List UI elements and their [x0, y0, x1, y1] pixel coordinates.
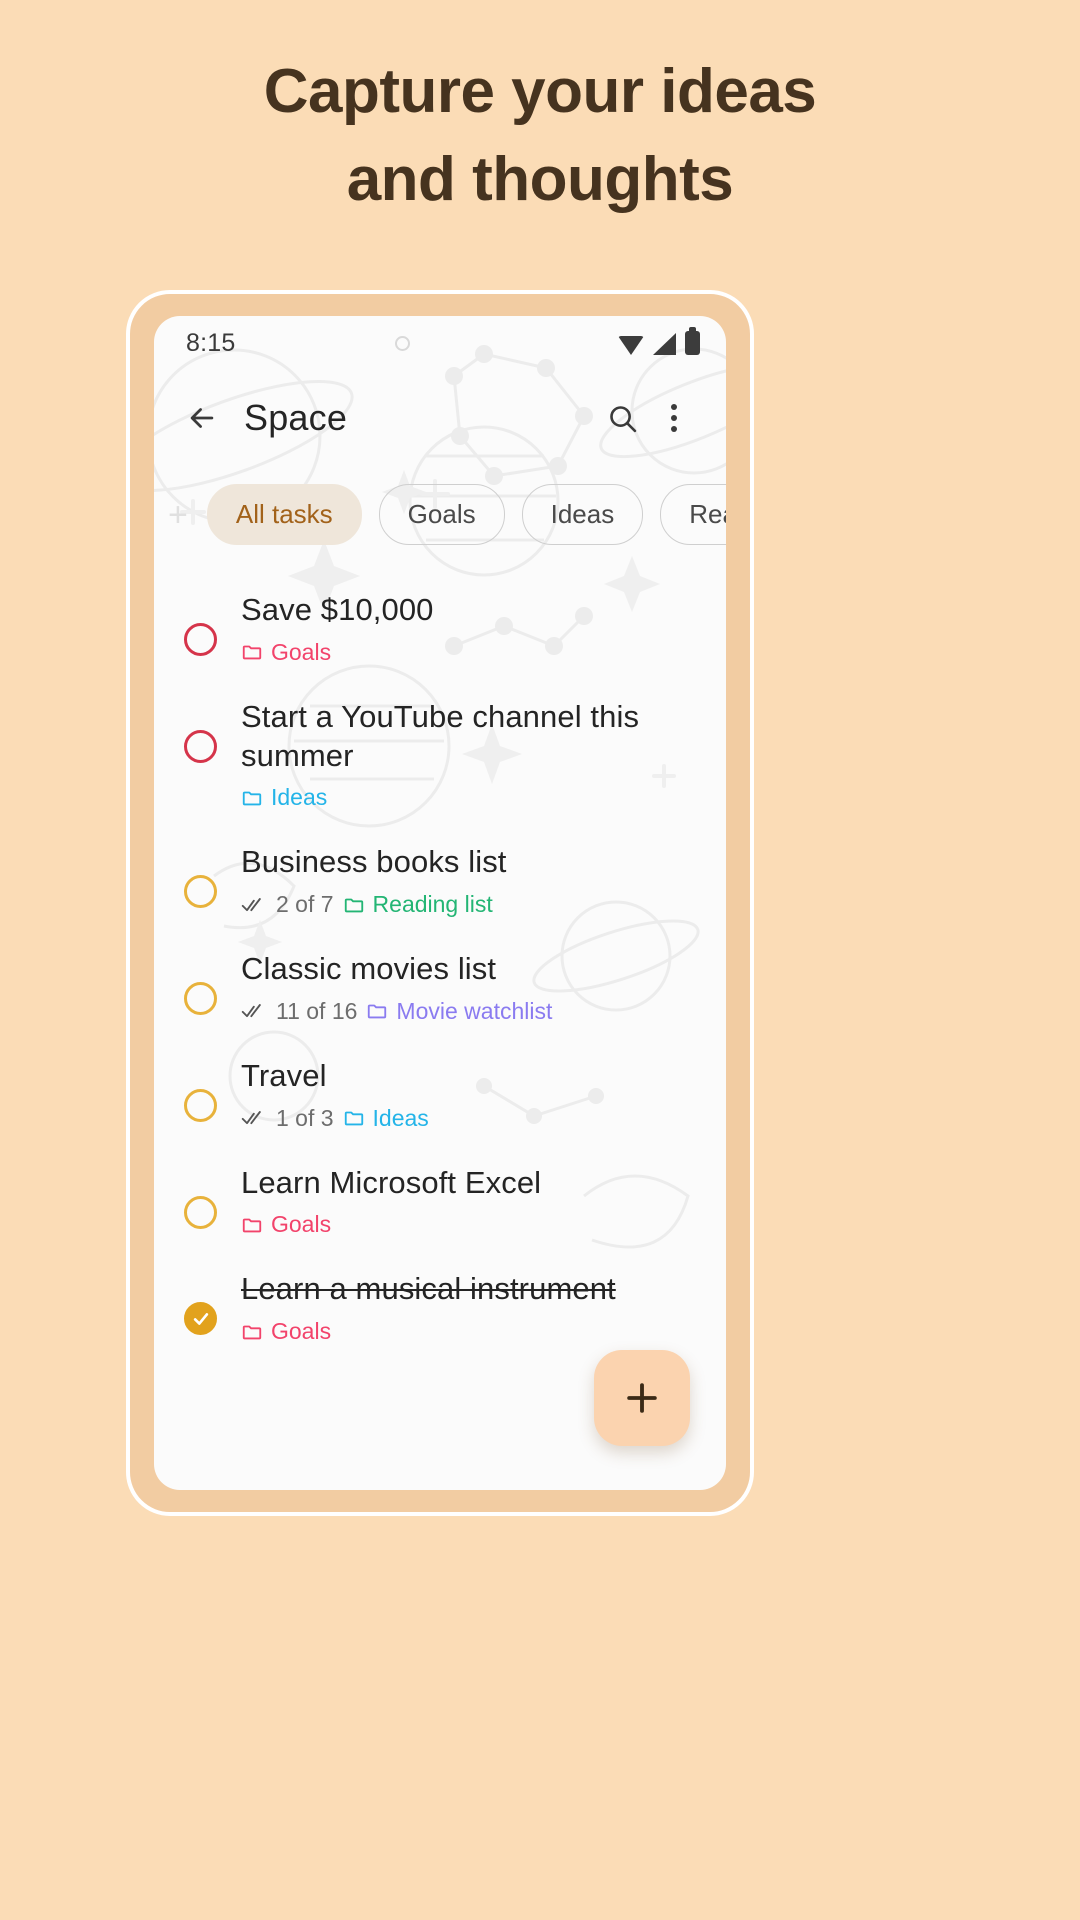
folder-icon — [368, 1004, 387, 1019]
task-checkbox[interactable] — [184, 623, 217, 656]
task-folder-label: Goals — [271, 1318, 332, 1344]
app-bar-title: Space — [244, 397, 348, 438]
signal-icon — [653, 333, 676, 355]
task-title: Save $10,000 — [241, 592, 434, 627]
task-body: Save $10,000 Goals — [241, 591, 700, 666]
add-task-fab[interactable] — [594, 1350, 690, 1446]
phone-screen: 8:15 Space + All tasks Goals Ideas Re Sa… — [154, 316, 726, 1490]
task-folder[interactable]: Reading list — [343, 891, 493, 918]
headline-line-2: and thoughts — [346, 145, 734, 215]
battery-icon — [685, 327, 700, 355]
task-row[interactable]: Classic movies list 11 of 16 Movie watch… — [154, 934, 726, 1041]
task-title: Business books list — [241, 844, 507, 880]
task-folder-label: Goals — [271, 1211, 332, 1238]
task-meta: Ideas — [241, 784, 700, 811]
task-row[interactable]: Start a YouTube channel this summer Idea… — [154, 682, 726, 828]
task-body: Business books list 2 of 7 Reading list — [241, 843, 700, 918]
task-row[interactable]: Travel 1 of 3 Ideas — [154, 1041, 726, 1148]
task-folder-label: Movie watchlist — [396, 997, 553, 1024]
subtask-progress-count: 2 of 7 — [276, 891, 334, 917]
folder-icon — [344, 898, 363, 912]
status-bar: 8:15 — [154, 316, 726, 370]
task-folder-label: Goals — [271, 638, 332, 665]
task-meta: Goals — [241, 1211, 700, 1238]
task-folder-label: Ideas — [372, 1104, 429, 1131]
task-body: Learn a musical instrument Goals — [241, 1270, 700, 1345]
task-body: Travel 1 of 3 Ideas — [241, 1057, 700, 1132]
check-icon — [193, 1312, 208, 1325]
subtask-progress-icon — [241, 1109, 265, 1127]
subtask-progress-count: 1 of 3 — [276, 1104, 334, 1131]
task-checkbox[interactable] — [184, 982, 217, 1015]
task-meta: 2 of 7 Reading list — [241, 891, 700, 918]
task-folder-label: Reading list — [372, 891, 493, 917]
task-meta: Goals — [241, 1318, 700, 1345]
task-row[interactable]: Learn a musical instrument Goals — [154, 1254, 726, 1361]
app-bar: Space — [154, 370, 726, 466]
status-icon-group — [618, 327, 700, 355]
task-row[interactable]: Learn Microsoft Excel Goals — [154, 1148, 726, 1255]
chip-reading-list[interactable]: Reading list — [660, 484, 726, 545]
task-title: Learn Microsoft Excel — [241, 1164, 542, 1200]
task-folder[interactable]: Goals — [241, 1211, 331, 1238]
task-row[interactable]: Save $10,000 Goals — [154, 575, 726, 682]
subtask-progress-count: 11 of 16 — [276, 997, 358, 1024]
phone-mockup: 8:15 Space + All tasks Goals Ideas Re Sa… — [126, 290, 754, 1516]
task-title: Learn a musical instrument — [241, 1271, 616, 1307]
task-checkbox[interactable] — [184, 729, 217, 763]
task-title: Start a YouTube channel this summer — [241, 698, 640, 773]
folder-icon — [344, 1111, 363, 1126]
folder-icon — [242, 645, 262, 660]
task-body: Classic movies list 11 of 16 Movie watch… — [241, 950, 700, 1025]
task-body: Start a YouTube channel this summer Idea… — [241, 698, 700, 812]
chip-ideas[interactable]: Ideas — [521, 484, 644, 545]
chip-all-tasks[interactable]: All tasks — [206, 484, 362, 545]
task-folder[interactable]: Ideas — [241, 784, 327, 811]
page-title: Capture your ideas and thoughts — [0, 0, 1080, 224]
folder-icon — [242, 1325, 262, 1339]
headline-line-1: Capture your ideas — [263, 57, 817, 126]
back-arrow-icon[interactable] — [178, 394, 226, 442]
task-row[interactable]: Business books list 2 of 7 Reading list — [154, 827, 726, 934]
task-meta: Goals — [241, 639, 700, 666]
task-list: Save $10,000 Goals Start a YouTube chann… — [154, 567, 726, 1361]
plus-icon — [627, 1383, 657, 1413]
task-title: Classic movies list — [241, 951, 497, 986]
task-meta: 1 of 3 Ideas — [241, 1105, 700, 1132]
subtask-progress-icon — [241, 896, 265, 914]
task-title: Travel — [241, 1057, 327, 1093]
task-checkbox-checked[interactable] — [184, 1302, 217, 1336]
task-meta: 11 of 16 Movie watchlist — [241, 998, 700, 1025]
status-time: 8:15 — [186, 328, 236, 357]
front-camera-icon — [395, 335, 411, 351]
filter-chip-row[interactable]: + All tasks Goals Ideas Reading list — [154, 466, 726, 567]
overflow-menu-icon[interactable] — [648, 392, 700, 444]
task-body: Learn Microsoft Excel Goals — [241, 1164, 700, 1239]
chip-goals[interactable]: Goals — [378, 484, 505, 545]
task-folder[interactable]: Goals — [241, 1318, 331, 1345]
overflow-dots — [671, 404, 677, 432]
add-chip-icon[interactable]: + — [166, 498, 190, 532]
task-folder[interactable]: Ideas — [343, 1105, 429, 1132]
task-folder[interactable]: Movie watchlist — [366, 998, 552, 1025]
task-checkbox[interactable] — [184, 1195, 217, 1229]
search-icon[interactable] — [596, 392, 648, 444]
task-checkbox[interactable] — [184, 875, 217, 909]
folder-icon — [242, 1218, 262, 1233]
subtask-progress-icon — [241, 1002, 265, 1020]
task-folder-label: Ideas — [271, 784, 328, 811]
task-checkbox[interactable] — [184, 1088, 217, 1122]
wifi-icon — [618, 336, 644, 355]
task-folder[interactable]: Goals — [241, 639, 331, 666]
folder-icon — [242, 791, 262, 806]
